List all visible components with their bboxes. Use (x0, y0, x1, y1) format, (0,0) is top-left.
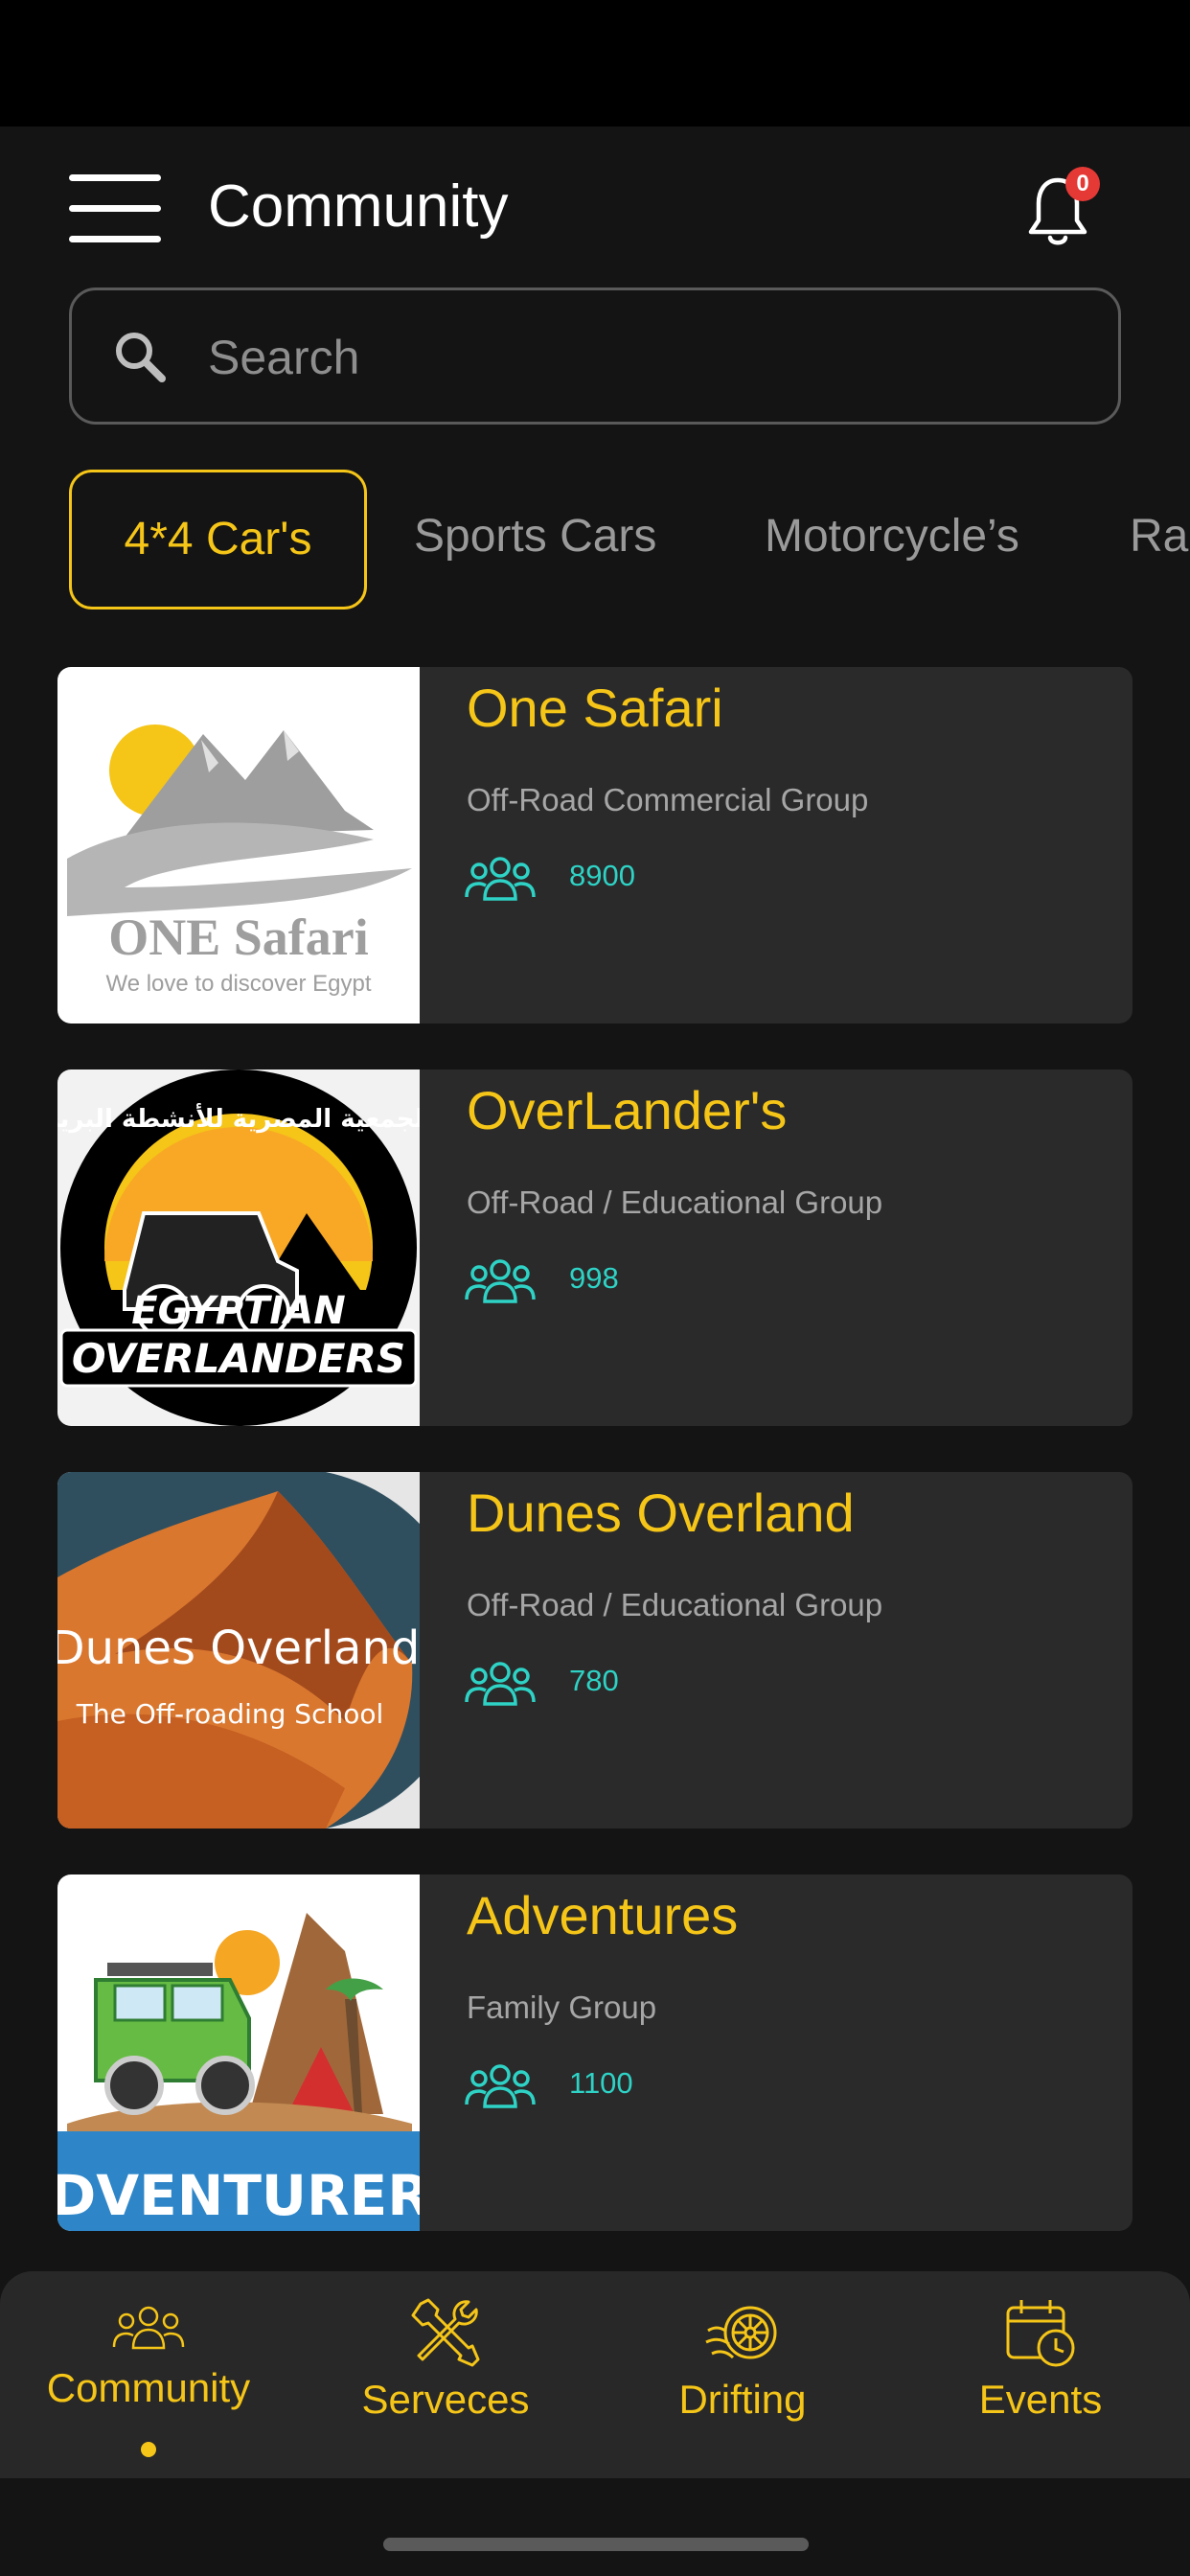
nav-events[interactable]: Events (891, 2271, 1190, 2478)
nav-label: Events (978, 2377, 1103, 2422)
group-category: Off-Road Commercial Group (467, 782, 869, 817)
tab-motorcycles[interactable]: Motorcycle’s (765, 470, 1019, 610)
group-logo: Dunes Overland The Off-roading School (57, 1472, 420, 1828)
nav-drifting[interactable]: Drifting (594, 2271, 891, 2478)
home-indicator (383, 2538, 809, 2551)
overlanders-logo-line2: OVERLANDERS (72, 1335, 405, 1382)
group-category: Off-Road / Educational Group (467, 1184, 883, 1220)
community-screen: Community 0 4*4 Car's Sports Cars Motorc… (0, 126, 1190, 2576)
one-safari-logo: ONE Safari We love to discover Egypt (57, 667, 420, 1024)
group-card-adventures[interactable]: ADVENTURERS Adventures Family Group 1100 (57, 1874, 1133, 2231)
group-name: One Safari (467, 678, 723, 738)
status-bar (0, 0, 1190, 126)
group-logo: ADVENTURERS (57, 1874, 420, 2231)
nav-services[interactable]: Serveces (297, 2271, 594, 2478)
dunes-overland-logo: Dunes Overland The Off-roading School (57, 1472, 420, 1828)
overlanders-logo: الجمعية المصرية للأنشطة البرية EGYPTIAN … (57, 1070, 420, 1426)
hamburger-line (69, 205, 161, 212)
members-icon (465, 1259, 536, 1303)
dunes-logo-text: Dunes Overland (57, 1622, 420, 1675)
search-box[interactable] (69, 288, 1121, 425)
wheel-icon (705, 2306, 777, 2359)
members-icon (465, 857, 536, 901)
group-card-dunes-overland[interactable]: Dunes Overland The Off-roading School Du… (57, 1472, 1133, 1828)
notification-badge: 0 (1065, 167, 1100, 201)
group-category: Family Group (467, 1990, 657, 2025)
nav-community[interactable]: Community (0, 2271, 297, 2478)
group-logo: الجمعية المصرية للأنشطة البرية EGYPTIAN … (57, 1070, 420, 1426)
dunes-logo-tagline: The Off-roading School (76, 1698, 384, 1730)
adventurers-logo-text: ADVENTURERS (57, 2163, 420, 2228)
members-count: 1100 (569, 2066, 633, 2100)
group-logo: ONE Safari We love to discover Egypt (57, 667, 420, 1024)
group-card-overlanders[interactable]: الجمعية المصرية للأنشطة البرية EGYPTIAN … (57, 1070, 1133, 1426)
calendar-clock-icon (1006, 2300, 1075, 2367)
hamburger-line (69, 236, 161, 242)
active-indicator (141, 2442, 156, 2457)
page-title: Community (208, 173, 509, 240)
members-count: 8900 (569, 859, 635, 892)
group-name: OverLander's (467, 1080, 788, 1140)
one-safari-logo-text: ONE Safari (108, 908, 369, 966)
members-icon (465, 1662, 536, 1706)
group-name: Dunes Overland (467, 1483, 855, 1543)
search-icon (116, 333, 166, 382)
nav-label: Serveces (361, 2377, 530, 2422)
header: Community 0 (0, 126, 1190, 289)
group-category: Off-Road / Educational Group (467, 1587, 883, 1622)
group-name: Adventures (467, 1885, 739, 1945)
members-icon (465, 2064, 536, 2108)
category-tabs: 4*4 Car's Sports Cars Motorcycle’s Ral (0, 470, 1190, 610)
people-icon (112, 2306, 185, 2350)
bottom-nav: Community Serveces Drifting Events (0, 2271, 1190, 2478)
one-safari-logo-tagline: We love to discover Egypt (105, 971, 371, 997)
tab-rally[interactable]: Ral (1130, 470, 1190, 610)
members-count: 780 (569, 1664, 619, 1697)
tools-icon (411, 2298, 480, 2367)
tab-sports-cars[interactable]: Sports Cars (414, 470, 656, 610)
notifications-button[interactable]: 0 (1025, 167, 1100, 253)
search-input[interactable] (208, 319, 1070, 396)
members-count: 998 (569, 1261, 619, 1295)
hamburger-icon (69, 174, 161, 181)
overlanders-logo-line1: EGYPTIAN (131, 1289, 345, 1333)
nav-label: Drifting (678, 2377, 807, 2422)
tab-4x4-cars[interactable]: 4*4 Car's (69, 470, 367, 610)
adventurers-logo: ADVENTURERS (57, 1874, 420, 2231)
overlanders-arabic-text: الجمعية المصرية للأنشطة البرية (57, 1103, 420, 1134)
nav-label: Community (46, 2365, 251, 2410)
menu-button[interactable] (69, 172, 161, 242)
group-card-one-safari[interactable]: ONE Safari We love to discover Egypt One… (57, 667, 1133, 1024)
